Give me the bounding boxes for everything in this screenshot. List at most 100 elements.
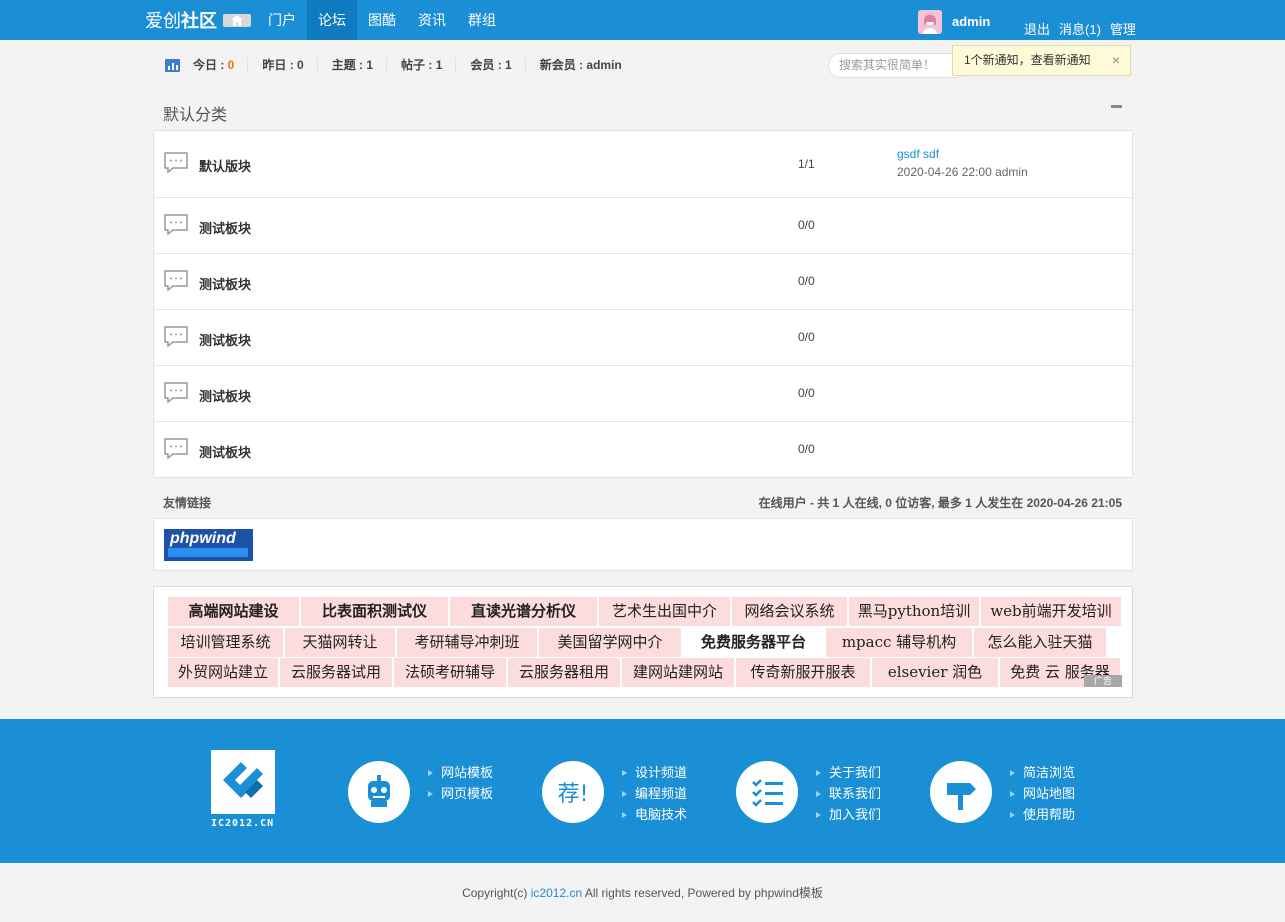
ad-marker: 广告: [1084, 675, 1122, 687]
forum-count: 0/0: [798, 386, 815, 400]
nav-news[interactable]: 资讯: [407, 0, 457, 40]
home-icon[interactable]: [223, 13, 251, 27]
notification-text[interactable]: 1个新通知，查看新通知: [964, 53, 1091, 67]
forum-bubble-icon: [164, 326, 188, 348]
copyright-suffix: All rights reserved, Powered by phpwind模…: [582, 886, 823, 900]
footer-links-4: 简洁浏览 网站地图 使用帮助: [1010, 762, 1075, 825]
forum-name[interactable]: 测试板块: [199, 218, 251, 237]
forum-bubble-icon: [164, 270, 188, 292]
footer-link[interactable]: 设计频道: [622, 762, 687, 783]
forum-count: 0/0: [798, 442, 815, 456]
forum-bubble-icon: [164, 438, 188, 460]
ad-link[interactable]: 考研辅导冲刺班: [397, 628, 537, 657]
search-input[interactable]: 搜索其实很简单！: [828, 53, 968, 78]
last-post-title[interactable]: gsdf sdf: [897, 147, 939, 161]
category-title: 默认分类: [163, 107, 228, 124]
ad-link[interactable]: 美国留学网中介: [539, 628, 681, 657]
signpost-icon: [930, 761, 992, 823]
footer-logo[interactable]: IC2012.CN: [211, 750, 275, 832]
last-post-meta: 2020-04-26 22:00 admin: [897, 165, 1028, 179]
forum-stats: 今日 : 0 昨日 : 0 主题 : 1 帖子 : 1 会员 : 1 新会员 :…: [165, 57, 649, 73]
footer-link[interactable]: 关于我们: [816, 762, 881, 783]
stat-yesterday: 昨日 : 0: [262, 58, 318, 72]
footer-link[interactable]: 加入我们: [816, 804, 881, 825]
ad-link[interactable]: 怎么能入驻天猫: [974, 628, 1106, 657]
forum-name[interactable]: 测试板块: [199, 274, 251, 293]
forum-row[interactable]: 测试板块 0/0: [154, 366, 1132, 422]
footer-link[interactable]: 电脑技术: [622, 804, 687, 825]
forum-row[interactable]: 测试板块 0/0: [154, 198, 1132, 254]
ad-link[interactable]: 外贸网站建立: [168, 658, 278, 687]
forum-count: 0/0: [798, 330, 815, 344]
ad-link[interactable]: 云服务器试用: [280, 658, 392, 687]
ad-link[interactable]: 直读光谱分析仪: [450, 597, 597, 626]
ad-link[interactable]: 免费服务器平台: [683, 628, 824, 657]
ad-link[interactable]: 培训管理系统: [168, 628, 283, 657]
forum-name[interactable]: 默认版块: [199, 156, 251, 175]
forum-row[interactable]: 默认版块 1/1 gsdf sdf 2020-04-26 22:00 admin: [154, 131, 1132, 198]
footer-logo-mark: [211, 750, 275, 814]
nav-gallery[interactable]: 图酷: [357, 0, 407, 40]
stat-posts: 帖子 : 1: [401, 58, 457, 72]
ad-link[interactable]: mpacc 辅导机构: [826, 628, 972, 657]
messages-link[interactable]: 消息(1): [1059, 19, 1101, 38]
ad-link[interactable]: 天猫网转让: [285, 628, 395, 657]
ad-link[interactable]: 法硕考研辅导: [394, 658, 506, 687]
ad-link[interactable]: 艺术生出国中介: [599, 597, 730, 626]
footer-link[interactable]: 网站地图: [1010, 783, 1075, 804]
notification-popup[interactable]: 1个新通知，查看新通知 ×: [952, 45, 1131, 76]
footer-link[interactable]: 网站模板: [428, 762, 493, 783]
ad-link[interactable]: elsevier 润色: [872, 658, 998, 687]
admin-link[interactable]: 管理: [1110, 19, 1136, 38]
ad-link[interactable]: 黑马python培训: [849, 597, 979, 626]
ad-link[interactable]: 网络会议系统: [732, 597, 847, 626]
forum-name[interactable]: 测试板块: [199, 386, 251, 405]
stat-new-member[interactable]: 新会员 : admin: [540, 58, 635, 72]
friend-links-label: 友情链接: [163, 496, 212, 510]
copyright-link[interactable]: ic2012.cn: [531, 886, 582, 900]
forum-count: 0/0: [798, 274, 815, 288]
footer-link[interactable]: 编程频道: [622, 783, 687, 804]
site-footer: IC2012.CN 网站模板 网页模板 荐! 设计频道 编程频道 电脑技术 关于…: [0, 719, 1285, 863]
copyright-prefix: Copyright(c): [462, 886, 531, 900]
site-logo[interactable]: 爱创社区: [145, 9, 251, 32]
svg-text:荐!: 荐!: [558, 782, 589, 807]
ad-link[interactable]: web前端开发培训: [981, 597, 1121, 626]
footer-logo-label: IC2012.CN: [211, 818, 275, 829]
logo-text: 爱创社区: [145, 11, 217, 32]
phpwind-logo[interactable]: phpwind: [164, 529, 253, 561]
robot-icon: [348, 761, 410, 823]
footer-link[interactable]: 使用帮助: [1010, 804, 1075, 825]
forum-row[interactable]: 测试板块 0/0: [154, 422, 1132, 477]
checklist-icon: [736, 761, 798, 823]
forum-count: 0/0: [798, 218, 815, 232]
footer-link[interactable]: 简洁浏览: [1010, 762, 1075, 783]
username[interactable]: admin: [952, 14, 990, 29]
collapse-icon[interactable]: [1111, 105, 1122, 108]
forum-name[interactable]: 测试板块: [199, 330, 251, 349]
logout-link[interactable]: 退出: [1024, 19, 1050, 38]
ad-link[interactable]: 建网站建网站: [622, 658, 734, 687]
forum-row[interactable]: 测试板块 0/0: [154, 254, 1132, 310]
top-navbar: 爱创社区 门户 论坛 图酷 资讯 群组 admin 退出 消息(1) 管理: [0, 0, 1285, 40]
stat-today: 今日 : 0: [193, 58, 249, 72]
close-icon[interactable]: ×: [1112, 46, 1120, 75]
ad-link[interactable]: 比表面积测试仪: [301, 597, 448, 626]
footer-link[interactable]: 联系我们: [816, 783, 881, 804]
stat-topics: 主题 : 1: [332, 58, 388, 72]
forum-count: 1/1: [798, 157, 815, 171]
ad-link[interactable]: 高端网站建设: [168, 597, 299, 626]
nav-forum[interactable]: 论坛: [307, 0, 357, 40]
ad-link[interactable]: 传奇新服开服表: [736, 658, 870, 687]
avatar[interactable]: [918, 10, 942, 34]
footer-links-3: 关于我们 联系我们 加入我们: [816, 762, 881, 825]
forum-name[interactable]: 测试板块: [199, 442, 251, 461]
nav-portal[interactable]: 门户: [257, 0, 307, 40]
chart-icon: [165, 58, 180, 72]
user-links: 退出 消息(1) 管理: [1024, 19, 1136, 38]
online-users-info: 在线用户 - 共 1 人在线, 0 位访客, 最多 1 人发生在 2020-04…: [758, 496, 1122, 510]
footer-link[interactable]: 网页模板: [428, 783, 493, 804]
ad-link[interactable]: 云服务器租用: [508, 658, 620, 687]
forum-row[interactable]: 测试板块 0/0: [154, 310, 1132, 366]
nav-groups[interactable]: 群组: [457, 0, 507, 40]
